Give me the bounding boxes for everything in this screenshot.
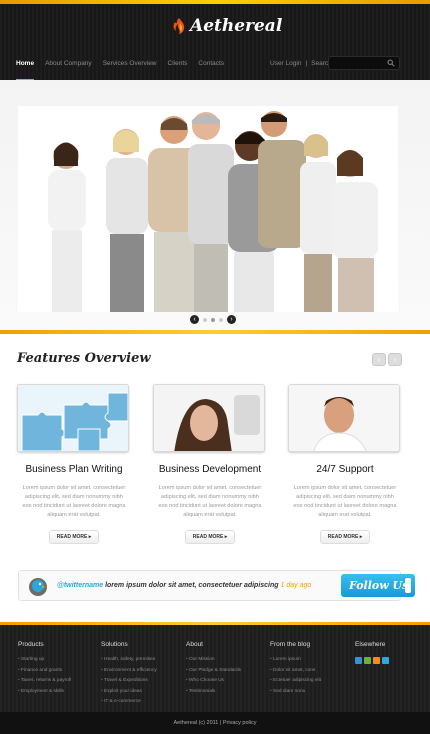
person-6: [258, 111, 306, 248]
social-network-icon[interactable]: [364, 657, 371, 664]
footer-link[interactable]: Our Pledge & Standards: [186, 666, 241, 677]
flame-logo-icon: [173, 18, 185, 34]
nav-item-services[interactable]: Services Overview: [103, 60, 157, 67]
footer-column-solutions: Solutions Health, safety, premises Envir…: [101, 641, 157, 708]
footer-column-blog: From the blog Lorem ipsum Dolor sit amet…: [270, 641, 321, 697]
footer-link[interactable]: IT & e-commerce: [101, 697, 157, 708]
footer-column-products: Products Starting up Finance and grants …: [18, 641, 71, 697]
footer-link[interactable]: Health, safety, premises: [101, 655, 157, 666]
feature-text: Lorem ipsum dolor sit amet, consectetuer…: [22, 485, 126, 518]
footer-column-elsewhere: Elsewhere: [355, 641, 389, 664]
footer-link[interactable]: Employment & skills: [18, 687, 71, 698]
read-more-button[interactable]: READ MORE ▸: [48, 530, 100, 544]
footer-column-title: Elsewhere: [355, 641, 386, 648]
features-title: Features Overview: [17, 351, 151, 366]
footer-link[interactable]: Who Choose Us: [186, 676, 241, 687]
person-2: [106, 129, 148, 312]
woman-portrait-image[interactable]: [153, 384, 265, 452]
footer-link[interactable]: Taxes, returns & payroll: [18, 676, 71, 687]
nav-item-clients[interactable]: Clients: [168, 60, 188, 67]
features-next-button[interactable]: ›: [388, 353, 402, 366]
search-input[interactable]: [328, 56, 400, 70]
footer-link[interactable]: Dolor sit amet, cons: [270, 666, 321, 677]
person-1: [48, 142, 86, 312]
puzzle-image[interactable]: [17, 384, 129, 452]
slider-dot[interactable]: [203, 317, 207, 322]
brand-name: Aethereal: [190, 16, 283, 36]
copyright-bar: Aethereal (c) 2011 | Privacy policy: [0, 712, 430, 734]
read-more-button[interactable]: READ MORE ▸: [319, 530, 371, 544]
copyright-text: Aethereal (c) 2011: [173, 720, 219, 726]
main-nav: Home About Company Services Overview Cli…: [0, 48, 430, 81]
footer-top-line: [0, 622, 430, 625]
feature-text: Lorem ipsum dolor sit amet, consectetuer…: [293, 485, 397, 518]
nav-item-about[interactable]: About Company: [45, 60, 92, 67]
twitter-bar: @twittername lorem ipsum dolor sit amet,…: [18, 570, 415, 601]
slider-dot[interactable]: [219, 317, 223, 322]
follow-us-button[interactable]: Follow Us: [341, 574, 415, 597]
footer-column-title: About: [186, 641, 203, 648]
nav-item-contacts[interactable]: Contacts: [198, 60, 224, 67]
twitter-bird-icon: [29, 578, 47, 596]
footer-link[interactable]: Exploit your ideas: [101, 687, 157, 698]
social-icons: [355, 657, 389, 664]
rss-icon[interactable]: [373, 657, 380, 664]
social-network-icon[interactable]: [355, 657, 362, 664]
features-prev-button[interactable]: ‹: [372, 353, 386, 366]
twitter-icon[interactable]: [382, 657, 389, 664]
privacy-policy-link[interactable]: Privacy policy: [223, 720, 257, 726]
read-more-label: READ MORE: [56, 534, 88, 540]
footer-column-title: From the blog: [270, 641, 311, 648]
search-icon[interactable]: [387, 59, 395, 67]
feature-column-3: 24/7 Support Lorem ipsum dolor sit amet,…: [288, 384, 402, 544]
person-4: [188, 112, 234, 312]
nav-separator: |: [305, 60, 308, 67]
logo[interactable]: Aethereal: [172, 16, 282, 36]
feature-column-1: Business Plan Writing Lorem ipsum dolor …: [17, 384, 131, 544]
slider-next-button[interactable]: ›: [227, 315, 236, 324]
hero-slider: [0, 80, 430, 330]
feature-heading: Business Development: [158, 464, 262, 475]
footer-link[interactable]: Lorem ipsum: [270, 655, 321, 666]
footer-link[interactable]: Our Mission: [186, 655, 241, 666]
feature-heading: Business Plan Writing: [25, 464, 123, 475]
footer-link[interactable]: Sed diam nonu: [270, 687, 321, 698]
tweet-time: 1 day ago: [278, 582, 312, 589]
tweet-message: lorem ipsum dolor sit amet, consectetuer…: [103, 582, 279, 589]
person-8: [332, 150, 378, 312]
feature-text: Lorem ipsum dolor sit amet, consectetuer…: [158, 485, 262, 518]
slider-controls: ‹ ›: [190, 315, 236, 324]
feature-heading: 24/7 Support: [316, 464, 374, 475]
tweet-text: @twittername lorem ipsum dolor sit amet,…: [57, 582, 311, 589]
slider-prev-button[interactable]: ‹: [190, 315, 199, 324]
slider-bottom-line: [0, 330, 430, 334]
footer-link[interactable]: Environment & efficiency: [101, 666, 157, 677]
footer-link[interactable]: Travel & Expeditions: [101, 676, 157, 687]
footer-link[interactable]: Testimonials: [186, 687, 241, 698]
footer-link[interactable]: Ectetuer adipiscing elit: [270, 676, 321, 687]
feature-column-2: Business Development Lorem ipsum dolor s…: [153, 384, 267, 544]
read-more-label: READ MORE: [327, 534, 359, 540]
footer-column-about: About Our Mission Our Pledge & Standards…: [186, 641, 241, 697]
footer-column-title: Solutions: [101, 641, 128, 648]
read-more-button[interactable]: READ MORE ▸: [184, 530, 236, 544]
features-nav: ‹ ›: [372, 353, 402, 366]
footer-link[interactable]: Starting up: [18, 655, 71, 666]
man-portrait-image[interactable]: [288, 384, 400, 452]
twitter-handle-link[interactable]: @twittername: [57, 582, 103, 589]
slider-dot-active[interactable]: [211, 317, 215, 322]
slide-image-team: [18, 106, 398, 312]
copyright-separator: |: [219, 720, 222, 726]
read-more-label: READ MORE: [192, 534, 224, 540]
nav-item-home[interactable]: Home: [16, 60, 35, 81]
footer-link[interactable]: Finance and grants: [18, 666, 71, 677]
footer-column-title: Products: [18, 641, 44, 648]
site-header: Aethereal Home About Company Services Ov…: [0, 4, 430, 81]
user-login-link[interactable]: User Login: [270, 60, 301, 67]
